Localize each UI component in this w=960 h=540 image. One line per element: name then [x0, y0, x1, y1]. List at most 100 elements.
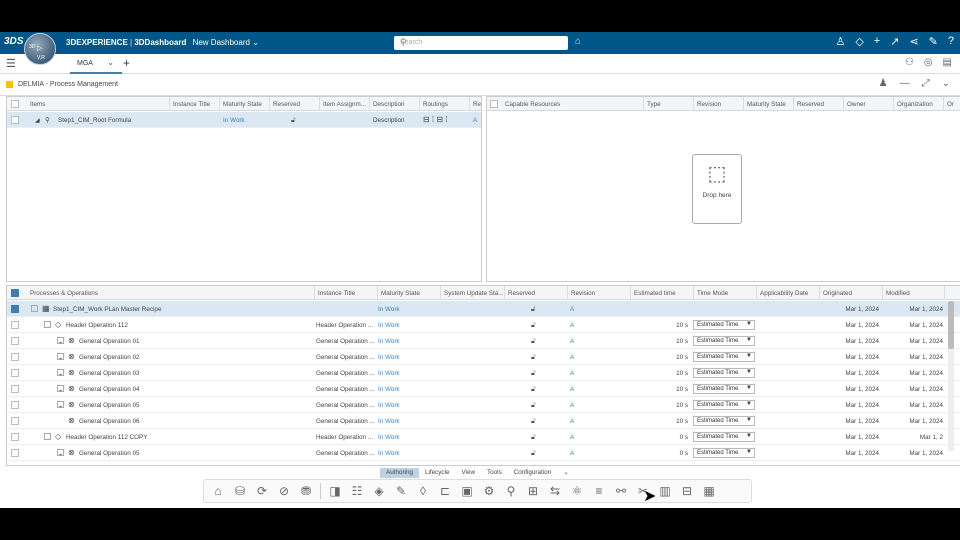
row-checkbox[interactable] — [11, 337, 19, 345]
scrollbar-thumb[interactable] — [948, 301, 954, 349]
compass-icon[interactable]: 3D ▷ V,R — [24, 33, 56, 65]
col-originated[interactable]: Originated — [820, 286, 883, 300]
col-description[interactable]: Description — [370, 97, 420, 111]
operation-name[interactable]: Header Operation 112 — [66, 317, 128, 333]
minimize-icon[interactable]: — — [900, 78, 910, 89]
resource-icon[interactable]: ⚙ — [481, 484, 497, 498]
col-revision[interactable]: Revision — [694, 97, 744, 111]
search-input[interactable]: Search ⚲ — [394, 36, 568, 50]
table-row[interactable]: − ▦ Step1_CIM_Work PLan Master Recipe In Wo… — [7, 301, 960, 317]
maturity-state[interactable]: In Work — [378, 365, 400, 381]
expand-icon[interactable]: + — [57, 449, 64, 456]
col-instance-title[interactable]: Instance Title — [170, 97, 220, 111]
table-row[interactable]: − ◇ Header Operation 112 Header Operation .… — [7, 317, 960, 333]
operation-name[interactable]: Step1_CIM_Work PLan Master Recipe — [53, 301, 161, 317]
row-checkbox[interactable] — [11, 417, 19, 425]
col-owner[interactable]: Owner — [844, 97, 894, 111]
chevron-down-icon[interactable]: ⌄ — [252, 38, 259, 47]
table-row[interactable]: + ⊗ General Operation 01 General Operation … — [7, 333, 960, 349]
cube-icon[interactable]: ◨ — [327, 484, 343, 498]
row-checkbox[interactable] — [11, 116, 19, 124]
maturity-state[interactable]: In Work — [378, 349, 400, 365]
drop-zone[interactable]: ⬚ Drop here — [692, 154, 742, 224]
maturity-state[interactable]: In Work — [378, 445, 400, 461]
collapse-icon[interactable]: − — [44, 433, 51, 440]
col-reserved[interactable]: Reserved — [270, 97, 320, 111]
time-mode-select[interactable]: Estimated Time ▼ — [693, 352, 755, 362]
diamond-icon[interactable]: ◈ — [371, 484, 387, 498]
operation-name[interactable]: General Operation 01 — [79, 333, 140, 349]
time-mode-select[interactable]: Estimated Time ▼ — [693, 416, 755, 426]
chevron-down-icon[interactable]: ⌄ — [557, 468, 574, 478]
time-mode-select[interactable]: Estimated Time ▼ — [693, 320, 755, 330]
book-icon[interactable]: ▥ — [657, 484, 673, 498]
maturity-state[interactable]: In Work — [378, 397, 400, 413]
time-mode-select[interactable]: Estimated Time ▼ — [693, 448, 755, 458]
maturity-state[interactable]: In Work — [378, 301, 400, 317]
time-mode-select[interactable]: Estimated Time ▼ — [693, 400, 755, 410]
vertical-scrollbar[interactable] — [948, 301, 954, 451]
col-reserved[interactable]: Reserved — [505, 286, 568, 300]
select-all-checkbox[interactable] — [490, 100, 498, 108]
table-row[interactable]: ⊗ General Operation 06 General Operation .… — [7, 413, 960, 429]
expand-icon[interactable]: + — [57, 337, 64, 344]
maturity-state[interactable]: In Work — [223, 112, 245, 128]
col-reserved[interactable]: Reserved — [794, 97, 844, 111]
time-mode-select[interactable]: Estimated Time ▼ — [693, 432, 755, 442]
col-instance-title[interactable]: Instance Title — [315, 286, 378, 300]
collapse-icon[interactable]: ◢ — [35, 112, 40, 128]
routing-icon[interactable]: ⊟ ⁞ ⊟ ⁞ — [423, 112, 448, 128]
expand-icon[interactable]: + — [57, 369, 64, 376]
row-checkbox[interactable] — [11, 401, 19, 409]
tab-authoring[interactable]: Authoring — [380, 468, 419, 478]
collapse-icon[interactable]: − — [31, 305, 38, 312]
col-capable-resources[interactable]: Capable Resources — [502, 97, 644, 111]
share-icon[interactable]: ↗ — [890, 35, 899, 48]
filter-icon[interactable]: ⊟ — [679, 484, 695, 498]
fullscreen-icon[interactable]: ⤢ — [922, 78, 930, 89]
tools-icon[interactable]: ✎ — [929, 35, 938, 48]
col-maturity[interactable]: Maturity State — [220, 97, 270, 111]
row-checkbox[interactable] — [11, 305, 19, 313]
col-modified[interactable]: Modified — [883, 286, 945, 300]
insert-icon[interactable]: ⛃ — [298, 484, 314, 498]
col-type[interactable]: Type — [644, 97, 694, 111]
table-row[interactable]: ◢ ⚲ Step1_CIM_Root Formula In Work 🔓︎ De… — [7, 112, 481, 128]
menu-icon[interactable]: ☰ — [6, 57, 16, 70]
layers-icon[interactable]: ◊ — [415, 484, 431, 498]
hide-icon[interactable]: ⊘ — [276, 484, 292, 498]
col-system-update[interactable]: System Update Sta... — [441, 286, 505, 300]
frame-icon[interactable]: ▣ — [459, 484, 475, 498]
operation-name[interactable]: General Operation 06 — [79, 413, 140, 429]
maturity-state[interactable]: In Work — [378, 413, 400, 429]
col-estimated-time[interactable]: Estimated time — [631, 286, 694, 300]
col-maturity[interactable]: Maturity State — [744, 97, 794, 111]
table-row[interactable]: + ⊗ General Operation 03 General Operation … — [7, 365, 960, 381]
tab-lifecycle[interactable]: Lifecycle — [419, 468, 456, 478]
col-items[interactable]: Items — [27, 97, 170, 111]
expand-icon[interactable]: + — [57, 401, 64, 408]
table-row[interactable]: + ⊗ General Operation 04 General Operation … — [7, 381, 960, 397]
maturity-state[interactable]: In Work — [378, 381, 400, 397]
item-name[interactable]: Step1_CIM_Root Formula — [58, 112, 131, 128]
user-icon[interactable]: ♙ — [835, 35, 845, 48]
search-tree-icon[interactable]: ⚲ — [503, 484, 519, 498]
swap-icon[interactable]: ⇆ — [547, 484, 563, 498]
user-settings-icon[interactable]: ♟ — [879, 78, 888, 89]
select-all-checkbox[interactable] — [11, 100, 19, 108]
col-applicability[interactable]: Applicability Date — [757, 286, 820, 300]
col-time-mode[interactable]: Time Mode — [694, 286, 757, 300]
operation-name[interactable]: General Operation 04 — [79, 381, 140, 397]
home-icon[interactable]: ⌂ — [210, 484, 226, 498]
time-mode-select[interactable]: Estimated Time ▼ — [693, 336, 755, 346]
maturity-state[interactable]: In Work — [378, 333, 400, 349]
expand-icon[interactable]: + — [57, 353, 64, 360]
refresh-icon[interactable]: ⟳ — [254, 484, 270, 498]
tab-mga[interactable]: MGA ⌄ — [70, 54, 122, 74]
settings-list-icon[interactable]: ⚛ — [569, 484, 585, 498]
row-checkbox[interactable] — [11, 433, 19, 441]
table-row[interactable]: + ⊗ General Operation 02 General Operation … — [7, 349, 960, 365]
tab-view[interactable]: View — [455, 468, 481, 478]
tag-icon[interactable]: ⌂ — [575, 36, 581, 47]
table-row[interactable]: + ⊗ General Operation 05 General Operation … — [7, 397, 960, 413]
